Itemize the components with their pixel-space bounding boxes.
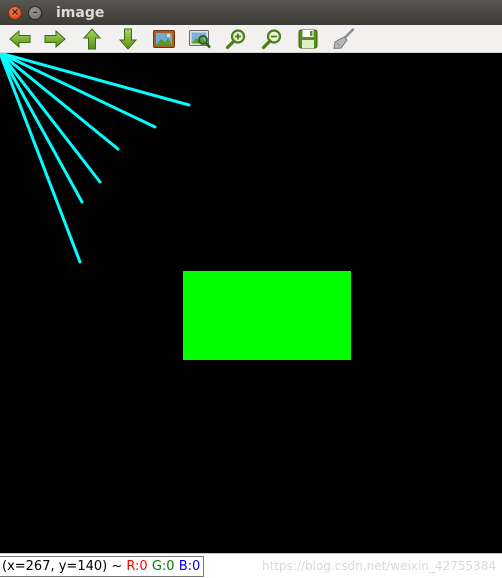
arrow-down-icon — [118, 28, 138, 50]
pan-right-button[interactable] — [42, 26, 68, 52]
arrow-up-icon — [82, 28, 102, 50]
zoom-out-icon — [261, 29, 282, 50]
image-window: × – image (x=267, y=140) ~ R:0 G:0 B:0 h… — [0, 0, 502, 578]
cursor-coordinates: (x=267, y=140) ~ — [2, 559, 123, 574]
save-button[interactable] — [295, 26, 321, 52]
status-bar: (x=267, y=140) ~ R:0 G:0 B:0 https://blo… — [0, 553, 502, 578]
properties-button[interactable] — [331, 26, 357, 52]
image-content — [0, 51, 351, 360]
zoom-in-icon — [225, 29, 246, 50]
pan-up-button[interactable] — [79, 26, 105, 52]
arrow-right-icon — [44, 29, 66, 49]
save-icon — [298, 29, 318, 49]
pan-left-button[interactable] — [7, 26, 33, 52]
zoom-fit-button[interactable] — [151, 26, 177, 52]
red-value: R:0 — [126, 559, 148, 574]
green-value: G:0 — [151, 559, 175, 574]
cyan-line — [0, 51, 102, 184]
brush-icon — [333, 28, 355, 50]
image-canvas[interactable] — [0, 51, 502, 553]
green-rectangle — [183, 271, 351, 360]
zoom-area-button[interactable] — [187, 26, 213, 52]
zoom-out-button[interactable] — [259, 26, 285, 52]
close-button[interactable]: × — [8, 5, 22, 20]
toolbar — [0, 25, 502, 53]
close-icon: × — [10, 6, 20, 18]
minimize-button[interactable]: – — [28, 5, 42, 20]
cyan-line-fan — [0, 51, 191, 264]
watermark: https://blog.csdn.net/weixin_42755384 — [261, 559, 496, 573]
zoom-in-button[interactable] — [223, 26, 249, 52]
title-bar[interactable]: × – image — [0, 0, 502, 25]
picture-icon — [153, 30, 175, 48]
pan-down-button[interactable] — [115, 26, 141, 52]
zoom-image-icon — [189, 30, 211, 49]
minimize-icon: – — [32, 6, 38, 18]
cyan-line — [0, 51, 84, 204]
pixel-info: (x=267, y=140) ~ R:0 G:0 B:0 — [0, 556, 205, 577]
blue-value: B:0 — [178, 559, 201, 574]
window-title: image — [56, 4, 105, 21]
arrow-left-icon — [9, 29, 31, 49]
